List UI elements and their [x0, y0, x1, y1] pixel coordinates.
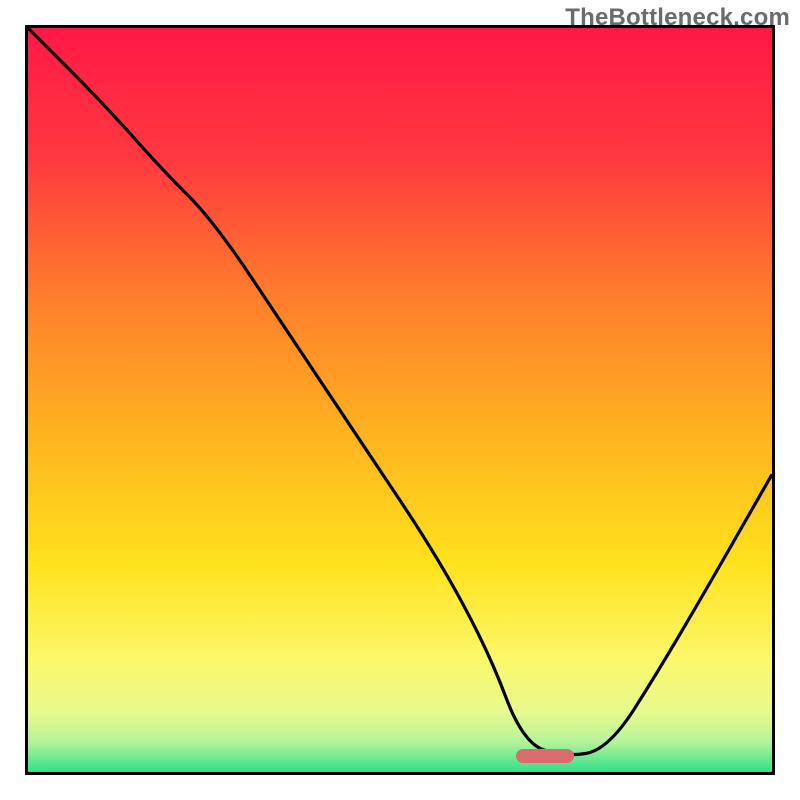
optimal-marker — [516, 749, 574, 763]
chart-stage: TheBottleneck.com — [0, 0, 800, 800]
bottleneck-curve — [28, 28, 772, 772]
plot-area — [25, 25, 775, 775]
